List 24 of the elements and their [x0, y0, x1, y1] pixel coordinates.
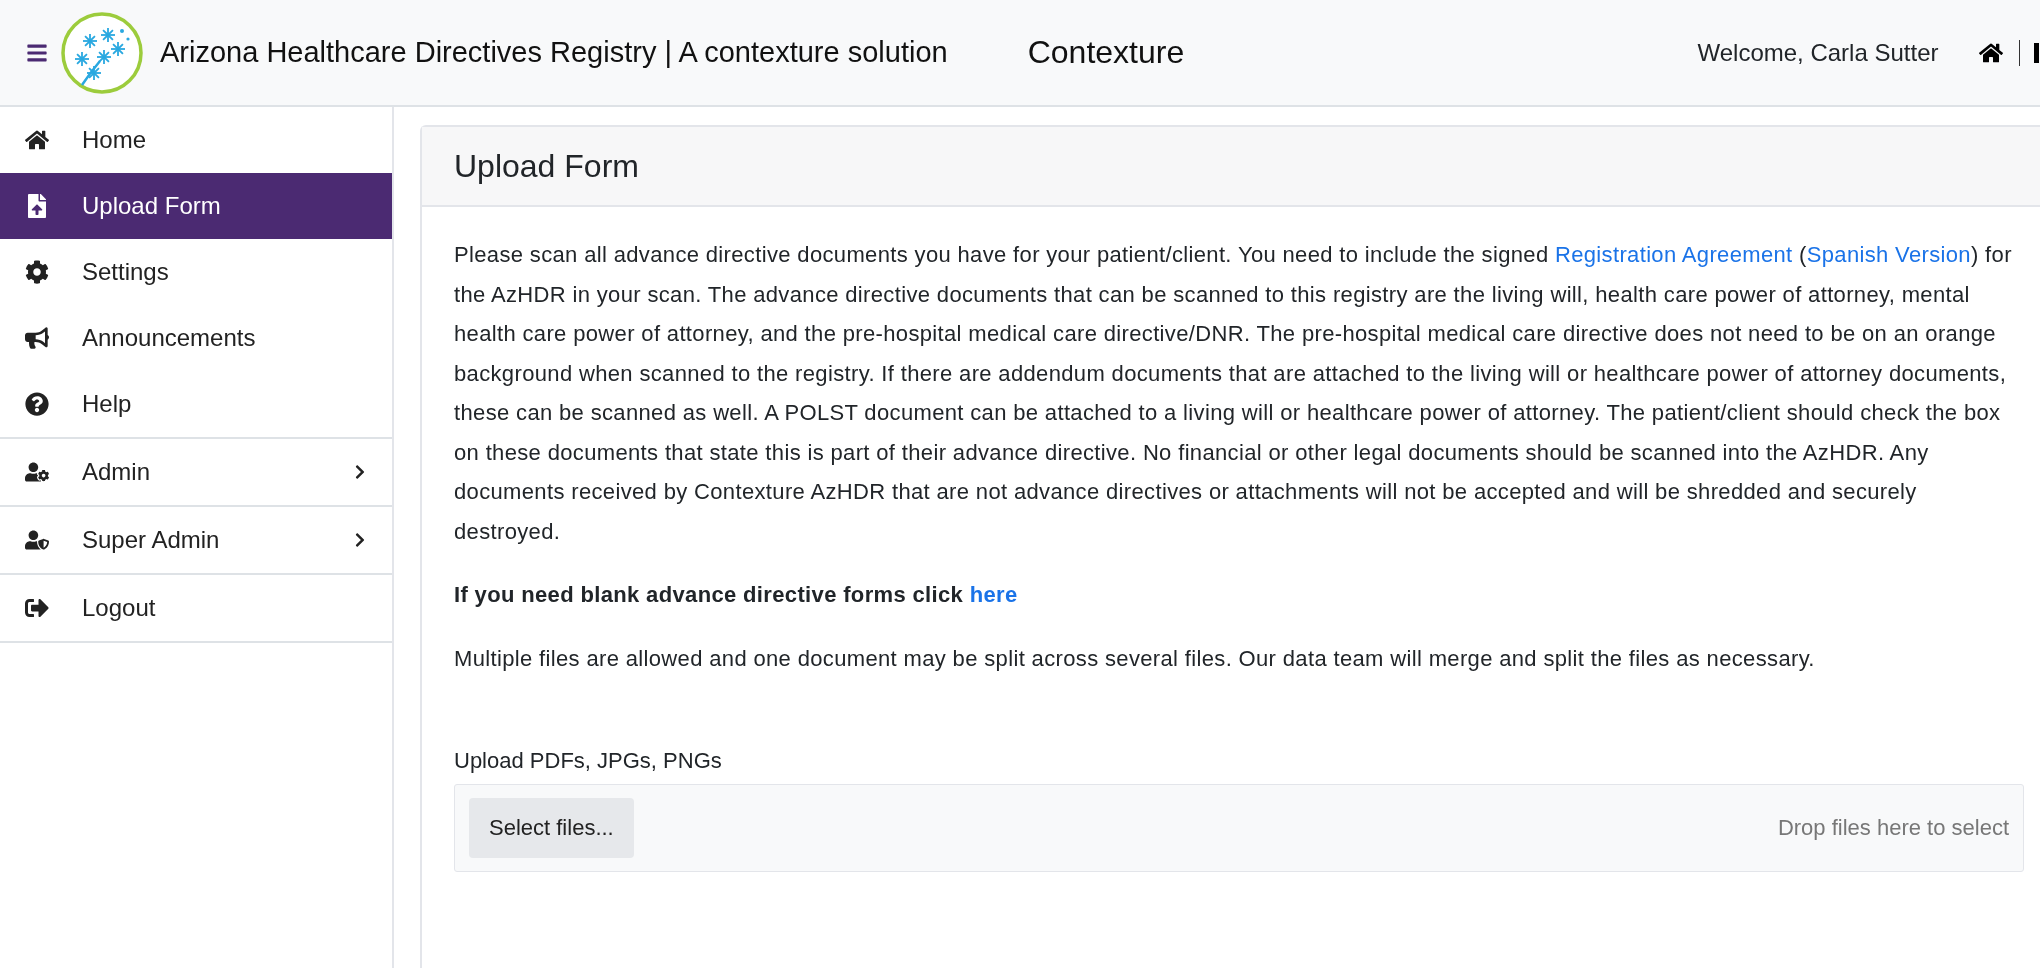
- upload-label: Upload PDFs, JPGs, PNGs: [454, 748, 722, 774]
- drop-hint: Drop files here to select: [1777, 815, 2009, 841]
- welcome-text: Welcome, Carla Sutter: [1697, 38, 1939, 67]
- partial-icon[interactable]: [2034, 40, 2040, 65]
- home-icon: [25, 128, 49, 152]
- logout-icon: [25, 596, 49, 620]
- instructions-paragraph: Please scan all advance directive documents you have for your patient/client. You need to include the signed Registration Agreement (Spanish Version) for the AzHDR in your scan. The advance directive documents that can be scanned to this registry are the living will, health care power of attorney, mental health care power of attorney, and the pre-hospital medical care directive/DNR. The pre-hospital medical care directive does not need to be on an orange background when scanned to the registry. If there are addendum documents that are attached to the living will or healthcare power of attorney documents, these can be scanned as well. A POLST document can be attached to a living will or healthcare power of attorney. The patient/client should check the box on these documents that state this is part of their advance directive. No financial or other legal documents should be scanned into the AzHDR. Any documents received by Contexture AzHDR that are not advance directives or attachments will not be accepted and will be shredded and securely destroyed.: [454, 241, 2013, 546]
- blank-forms-text: If you need blank advance directive forms click here: [454, 581, 1019, 609]
- file-upload-icon: [25, 194, 49, 218]
- card-title: Upload Form: [422, 127, 2040, 207]
- select-files-button[interactable]: Select files...: [469, 798, 634, 858]
- note-paragraph: Multiple files are allowed and one document may be split across several files. Our data team will merge and split the files as necessary.: [454, 644, 1816, 673]
- user-gear-icon: [25, 460, 49, 484]
- help-icon: [25, 392, 49, 416]
- link[interactable]: here: [969, 582, 1018, 607]
- sidebar-item[interactable]: Upload Form: [0, 173, 392, 239]
- gear-icon: [25, 260, 49, 284]
- app-title: Arizona Healthcare Directives Registry | A contexture solution: [160, 36, 948, 69]
- drop-zone[interactable]: Select files... Drop files here to select: [454, 784, 2024, 872]
- link[interactable]: Spanish Version: [1806, 242, 1971, 267]
- user-shield-icon: [25, 528, 49, 552]
- brand-name: Contexture: [1027, 34, 1185, 71]
- link[interactable]: Registration Agreement: [1554, 242, 1793, 267]
- megaphone-icon: [25, 326, 49, 350]
